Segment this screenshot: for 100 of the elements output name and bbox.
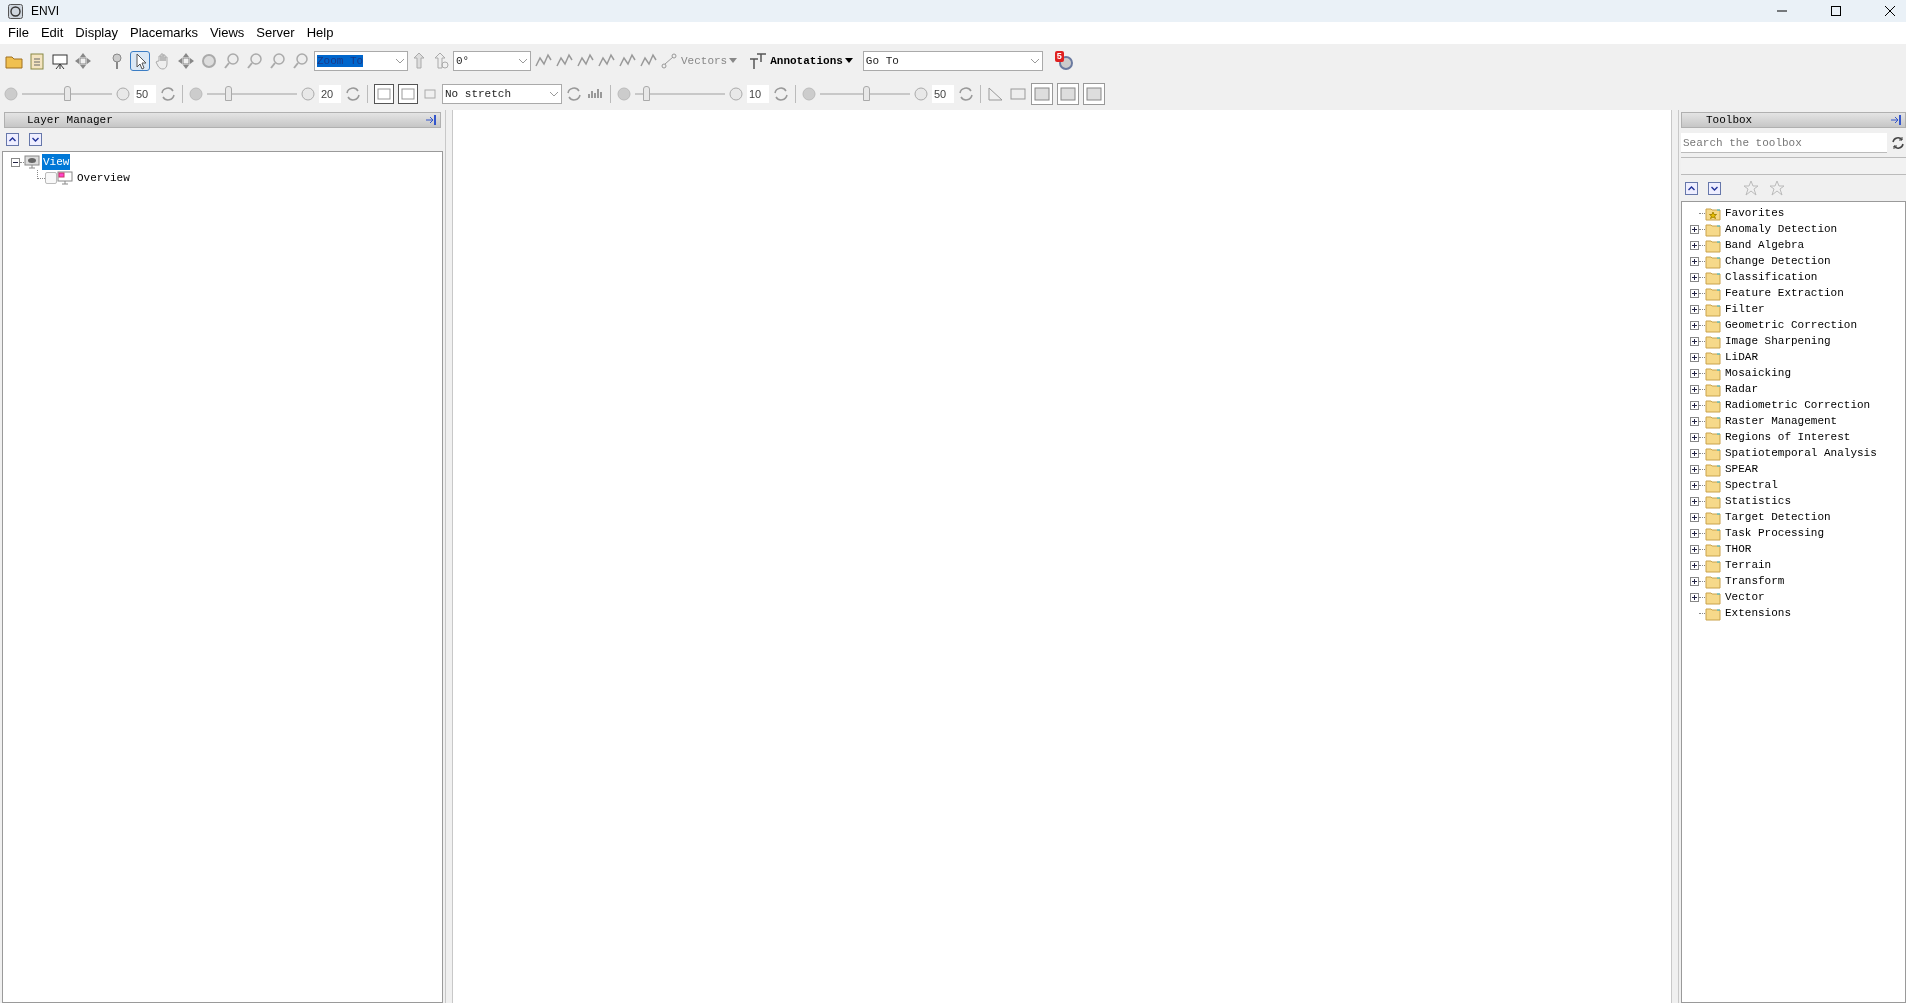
expand-icon[interactable] xyxy=(1690,496,1699,506)
toolbox-item[interactable]: Filter xyxy=(1725,300,1765,318)
expand-icon[interactable] xyxy=(1690,368,1699,378)
toolbox-item[interactable]: Statistics xyxy=(1725,492,1791,510)
expand-icon[interactable] xyxy=(1690,272,1699,282)
expand-icon[interactable] xyxy=(1690,224,1699,234)
tool-button[interactable] xyxy=(130,51,150,71)
slider-track[interactable] xyxy=(635,86,725,102)
menu-item[interactable]: File xyxy=(2,23,35,43)
expand-icon[interactable] xyxy=(1690,288,1699,298)
toolbox-item[interactable]: Task Processing xyxy=(1725,524,1825,542)
expand-icon[interactable] xyxy=(1690,384,1699,394)
toolbox-item[interactable]: SPEAR xyxy=(1725,460,1758,478)
toolbox-item[interactable]: Feature Extraction xyxy=(1725,284,1844,302)
expand-icon[interactable] xyxy=(1690,352,1699,362)
slider-thumb[interactable] xyxy=(863,86,871,101)
refresh-icon[interactable] xyxy=(1891,136,1905,150)
toolbox-item[interactable]: Mosaicking xyxy=(1725,364,1791,382)
expand-icon[interactable] xyxy=(1690,560,1699,570)
expand-icon[interactable] xyxy=(1690,512,1699,522)
tool-button[interactable] xyxy=(398,84,418,104)
move-down-icon[interactable] xyxy=(1708,181,1721,195)
toolbox-item[interactable]: LiDAR xyxy=(1725,348,1758,366)
expand-icon[interactable] xyxy=(1690,416,1699,426)
expand-icon[interactable] xyxy=(1690,304,1699,314)
toolbox-item[interactable]: Extensions xyxy=(1725,604,1791,622)
dock-icon[interactable] xyxy=(1889,114,1903,126)
expand-icon[interactable] xyxy=(1690,464,1699,474)
reset-icon[interactable] xyxy=(160,86,176,102)
reset-icon[interactable] xyxy=(773,86,789,102)
slider-thumb[interactable] xyxy=(225,86,233,101)
vector-icon[interactable] xyxy=(660,52,678,70)
screen-icon[interactable] xyxy=(1009,86,1027,102)
ruler-icon[interactable] xyxy=(987,86,1005,102)
menu-item[interactable]: Views xyxy=(203,23,251,43)
stretch-combo[interactable]: No stretch xyxy=(442,84,562,104)
expand-icon[interactable] xyxy=(1690,256,1699,266)
toolbox-item[interactable]: Change Detection xyxy=(1725,252,1831,270)
expand-icon[interactable] xyxy=(1690,480,1699,490)
reset-icon[interactable] xyxy=(345,86,361,102)
slider-track[interactable] xyxy=(22,86,112,102)
menu-item[interactable]: Placemarks xyxy=(124,23,204,43)
tool-button[interactable] xyxy=(374,84,394,104)
toolbox-item[interactable]: Spectral xyxy=(1725,476,1778,494)
expand-icon[interactable] xyxy=(1690,576,1699,586)
toolbox-item[interactable]: Transform xyxy=(1725,572,1785,590)
toolbox-item[interactable]: Classification xyxy=(1725,268,1818,286)
text-icon[interactable] xyxy=(749,52,768,70)
toolbox-item[interactable]: Band Algebra xyxy=(1725,236,1805,254)
menu-item[interactable]: Edit xyxy=(34,23,70,43)
toolbox-item[interactable]: Terrain xyxy=(1725,556,1772,574)
annotations-button[interactable]: Annotations xyxy=(770,52,853,70)
expand-icon[interactable] xyxy=(1690,448,1699,458)
menu-item[interactable]: Server xyxy=(250,23,301,43)
toolbox-item[interactable]: Raster Management xyxy=(1725,412,1838,430)
tool-button[interactable] xyxy=(50,51,70,71)
toolbox-item[interactable]: Image Sharpening xyxy=(1725,332,1831,350)
rotate-arrow-icon[interactable] xyxy=(432,52,450,70)
slider-thumb[interactable] xyxy=(643,86,651,101)
expand-icon[interactable] xyxy=(1690,336,1699,346)
rotation-combo[interactable]: 0° xyxy=(453,51,531,71)
menu-item[interactable]: Display xyxy=(69,23,124,43)
move-up-icon[interactable] xyxy=(6,133,19,146)
toolbox-item[interactable]: Spatiotemporal Analysis xyxy=(1725,444,1877,462)
layer-label[interactable]: View xyxy=(42,153,71,171)
checkbox[interactable] xyxy=(45,172,57,184)
expand-icon[interactable] xyxy=(1690,528,1699,538)
tool-button[interactable] xyxy=(73,51,93,71)
reset-icon[interactable] xyxy=(566,86,582,102)
slider-value[interactable]: 10 xyxy=(747,85,769,103)
expand-icon[interactable] xyxy=(1690,400,1699,410)
menu-item[interactable]: Help xyxy=(300,23,340,43)
dock-icon[interactable] xyxy=(424,114,438,126)
move-down-icon[interactable] xyxy=(29,133,42,146)
go-to-combo[interactable]: Go To xyxy=(862,51,1043,71)
layer-label[interactable]: Overview xyxy=(77,169,130,187)
maximize-icon[interactable] xyxy=(1830,5,1842,17)
toolbox-item[interactable]: Vector xyxy=(1725,588,1765,606)
toolbox-item[interactable]: Regions of Interest xyxy=(1725,428,1851,446)
toolbox-item[interactable]: Radar xyxy=(1725,380,1758,398)
toolbox-item[interactable]: THOR xyxy=(1725,540,1752,558)
toolbox-item[interactable]: Radiometric Correction xyxy=(1725,396,1871,414)
toolbox-item[interactable]: Favorites xyxy=(1725,204,1785,222)
remove-favorite-icon[interactable] xyxy=(1769,180,1785,196)
toolbox-item[interactable]: Geometric Correction xyxy=(1725,316,1858,334)
move-up-icon[interactable] xyxy=(1685,181,1698,195)
collapse-icon[interactable] xyxy=(11,157,20,167)
slider-track[interactable] xyxy=(207,86,297,102)
expand-icon[interactable] xyxy=(1690,592,1699,602)
add-favorite-icon[interactable] xyxy=(1743,180,1759,196)
slider-thumb[interactable] xyxy=(63,86,71,101)
expand-icon[interactable] xyxy=(1690,320,1699,330)
toolbox-item[interactable]: Target Detection xyxy=(1725,508,1831,526)
toolbox-item[interactable]: Anomaly Detection xyxy=(1725,220,1838,238)
expand-icon[interactable] xyxy=(1690,240,1699,250)
expand-icon[interactable] xyxy=(1690,544,1699,554)
tool-button[interactable] xyxy=(176,51,196,71)
slider-value[interactable]: 50 xyxy=(932,85,954,103)
slider-value[interactable]: 50 xyxy=(134,85,156,103)
search-field[interactable]: Search the toolbox xyxy=(1681,133,1887,153)
